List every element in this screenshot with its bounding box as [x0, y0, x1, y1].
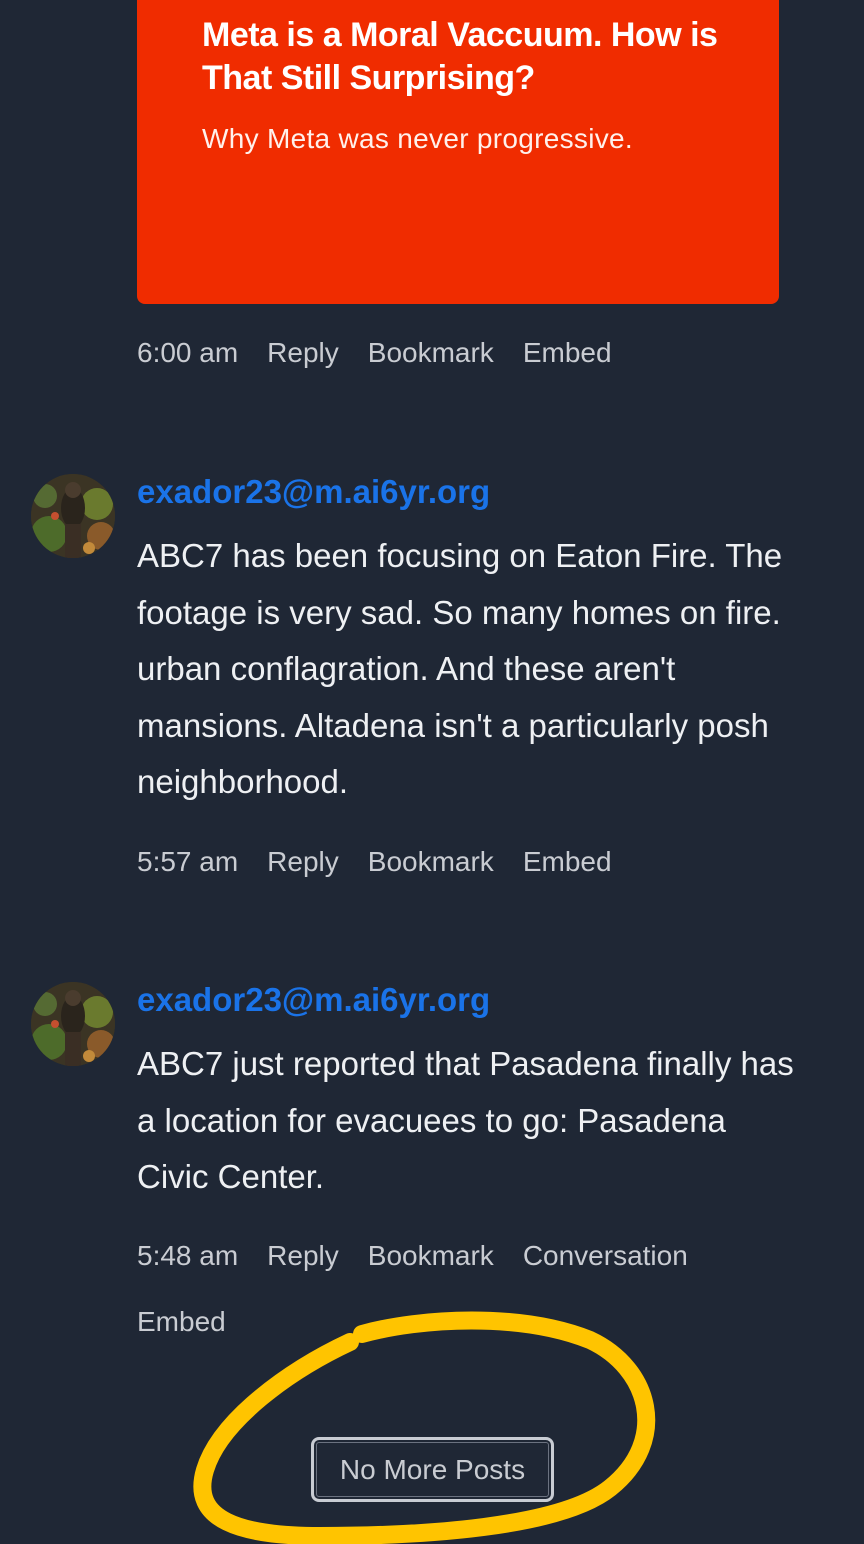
post-content: ABC7 just reported that Pasadena finally…	[137, 1045, 794, 1195]
avatar[interactable]	[31, 474, 115, 558]
no-more-posts-button[interactable]: No More Posts	[311, 1437, 554, 1502]
post-time[interactable]: 6:00 am	[137, 336, 238, 370]
card-subtitle: Why Meta was never progressive.	[202, 123, 634, 154]
bookmark-link[interactable]: Bookmark	[368, 845, 494, 879]
reply-link[interactable]: Reply	[267, 845, 339, 879]
avatar-image	[31, 982, 115, 1066]
author-link[interactable]: exador23@m.ai6yr.org	[137, 980, 490, 1020]
post-meta-row: 5:48 am Reply Bookmark Conversation	[137, 1239, 688, 1273]
conversation-link[interactable]: Conversation	[523, 1239, 688, 1273]
embed-link[interactable]: Embed	[523, 845, 612, 879]
avatar-image	[31, 474, 115, 558]
post-time[interactable]: 5:57 am	[137, 845, 238, 879]
avatar[interactable]	[31, 982, 115, 1066]
reply-link[interactable]: Reply	[267, 336, 339, 370]
post-meta-row: 5:57 am Reply Bookmark Embed	[137, 845, 612, 879]
post-meta-row: 6:00 am Reply Bookmark Embed	[137, 336, 612, 370]
bookmark-link[interactable]: Bookmark	[368, 336, 494, 370]
card-title: Meta is a Moral Vaccuum. How is That Sti…	[202, 16, 718, 97]
author-link[interactable]: exador23@m.ai6yr.org	[137, 472, 490, 512]
link-preview-card[interactable]: Meta is a Moral Vaccuum. How is That Sti…	[137, 0, 779, 304]
post-time[interactable]: 5:48 am	[137, 1239, 238, 1273]
bookmark-link[interactable]: Bookmark	[368, 1239, 494, 1273]
embed-link[interactable]: Embed	[523, 336, 612, 370]
reply-link[interactable]: Reply	[267, 1239, 339, 1273]
embed-link[interactable]: Embed	[137, 1305, 226, 1339]
timeline-page: Meta is a Moral Vaccuum. How is That Sti…	[0, 0, 864, 1544]
post-content: ABC7 has been focusing on Eaton Fire. Th…	[137, 537, 783, 800]
